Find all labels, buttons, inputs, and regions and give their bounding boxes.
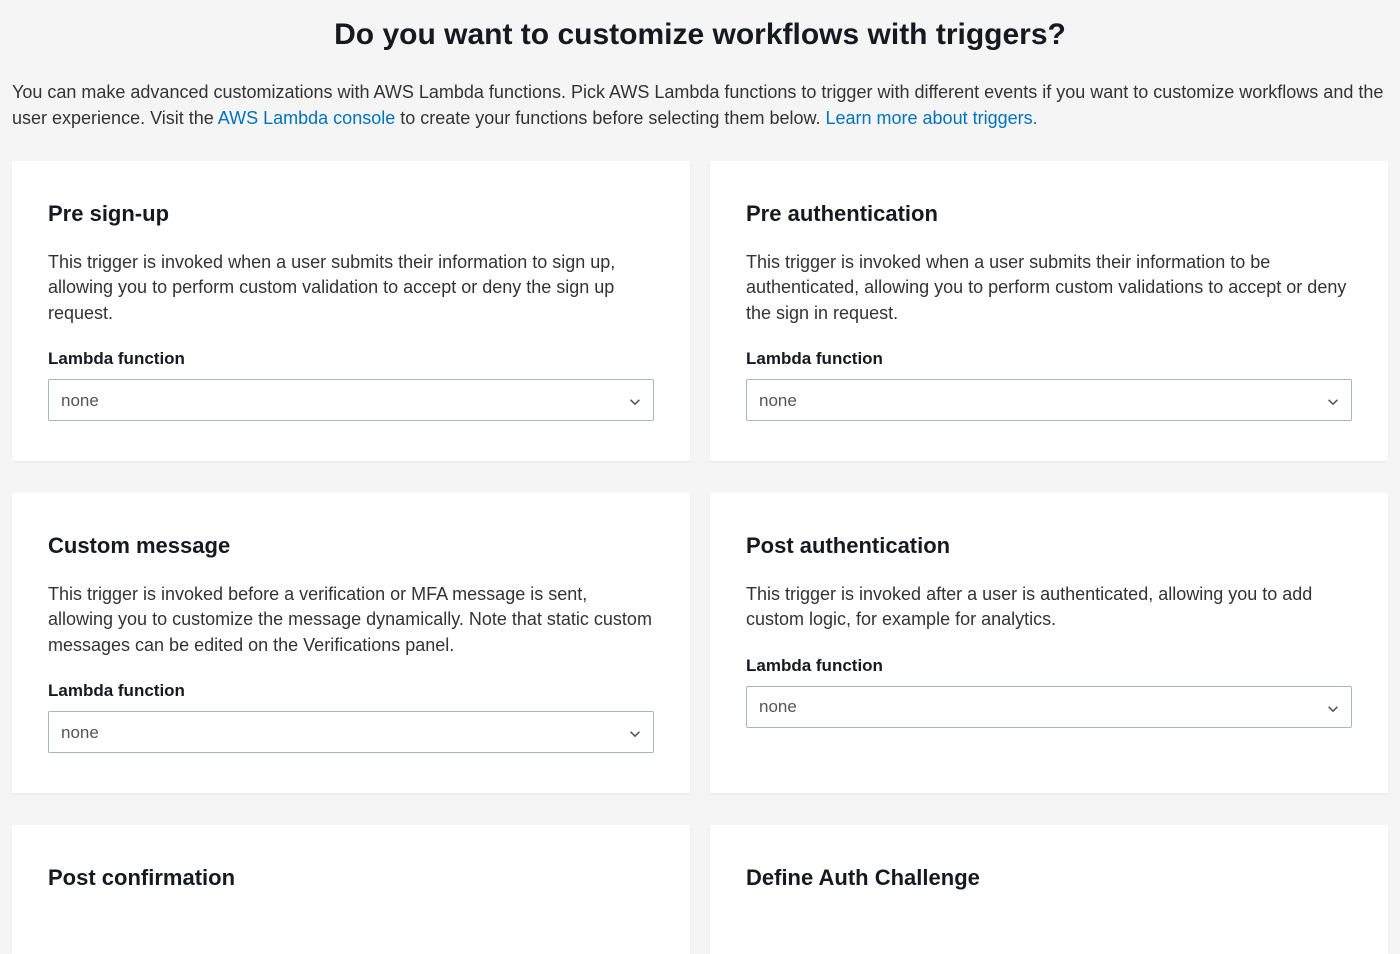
- intro-text-part2: to create your functions before selectin…: [395, 108, 825, 128]
- learn-more-triggers-link[interactable]: Learn more about triggers.: [825, 108, 1037, 128]
- trigger-card-post-confirmation: Post confirmation: [12, 825, 690, 954]
- trigger-card-post-auth: Post authentication This trigger is invo…: [710, 493, 1388, 793]
- card-description: This trigger is invoked after a user is …: [746, 582, 1352, 632]
- trigger-card-pre-signup: Pre sign-up This trigger is invoked when…: [12, 161, 690, 461]
- card-title: Define Auth Challenge: [746, 861, 1352, 894]
- card-description: This trigger is invoked before a verific…: [48, 582, 654, 658]
- lambda-select-value[interactable]: none: [48, 379, 654, 421]
- lambda-select-value[interactable]: none: [48, 711, 654, 753]
- trigger-cards-grid: Pre sign-up This trigger is invoked when…: [12, 161, 1388, 954]
- card-title: Custom message: [48, 529, 654, 562]
- trigger-card-pre-auth: Pre authentication This trigger is invok…: [710, 161, 1388, 461]
- lambda-function-label: Lambda function: [746, 346, 1352, 372]
- card-title: Post authentication: [746, 529, 1352, 562]
- trigger-card-define-auth-challenge: Define Auth Challenge: [710, 825, 1388, 954]
- card-description: This trigger is invoked when a user subm…: [746, 250, 1352, 326]
- intro-text: You can make advanced customizations wit…: [12, 79, 1388, 131]
- lambda-select-custom-message[interactable]: none: [48, 711, 654, 753]
- lambda-select-pre-auth[interactable]: none: [746, 379, 1352, 421]
- card-title: Pre sign-up: [48, 197, 654, 230]
- lambda-select-post-auth[interactable]: none: [746, 686, 1352, 728]
- card-description: This trigger is invoked when a user subm…: [48, 250, 654, 326]
- lambda-function-label: Lambda function: [48, 678, 654, 704]
- lambda-console-link[interactable]: AWS Lambda console: [218, 108, 395, 128]
- lambda-select-pre-signup[interactable]: none: [48, 379, 654, 421]
- lambda-function-label: Lambda function: [746, 653, 1352, 679]
- lambda-function-label: Lambda function: [48, 346, 654, 372]
- card-title: Pre authentication: [746, 197, 1352, 230]
- lambda-select-value[interactable]: none: [746, 686, 1352, 728]
- card-title: Post confirmation: [48, 861, 654, 894]
- page-title: Do you want to customize workflows with …: [12, 12, 1388, 57]
- lambda-select-value[interactable]: none: [746, 379, 1352, 421]
- trigger-card-custom-message: Custom message This trigger is invoked b…: [12, 493, 690, 793]
